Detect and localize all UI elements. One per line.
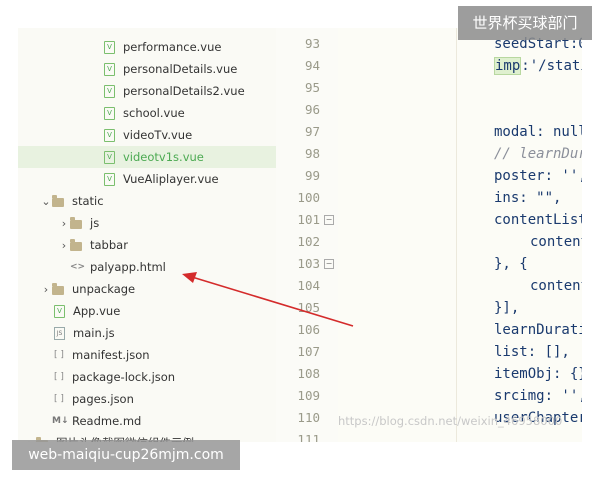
watermark-badge-top: 世界杯买球部门 — [458, 6, 592, 40]
red-annotation-arrow — [182, 272, 354, 327]
watermark-badge-bottom: web-maiqiu-cup26mjm.com — [12, 440, 240, 470]
faint-url-watermark: https://blog.csdn.net/weixin_46958000 — [338, 414, 563, 428]
